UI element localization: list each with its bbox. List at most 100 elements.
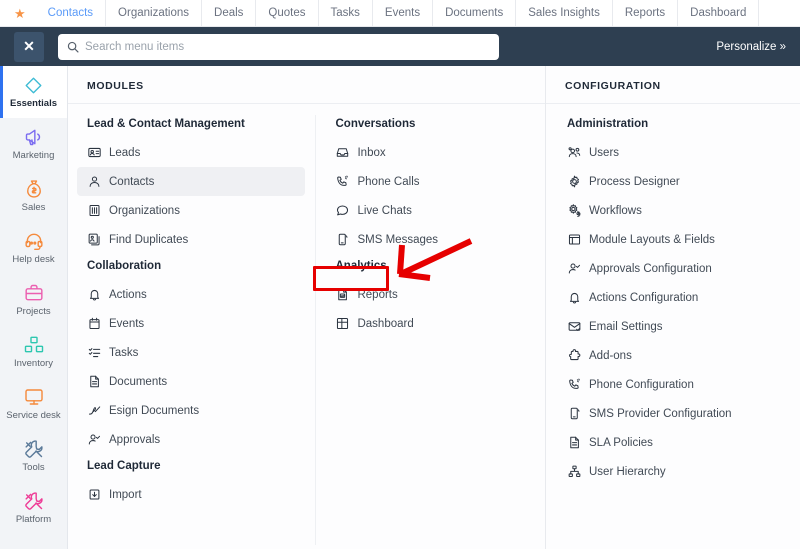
module-tab-tasks[interactable]: Tasks — [319, 0, 373, 27]
modules-panel-title: MODULES — [68, 66, 545, 104]
search-input[interactable] — [85, 41, 490, 53]
module-tab-sales-insights[interactable]: Sales Insights — [516, 0, 613, 27]
menu-item-sms-messages[interactable]: SMS Messages — [325, 225, 535, 254]
menu-item-email-settings[interactable]: Email Settings — [557, 312, 790, 341]
sidebar-item-label: Platform — [16, 514, 51, 525]
contact-card-icon — [87, 146, 101, 160]
sidebar-item-service-desk[interactable]: Service desk — [0, 378, 67, 430]
menu-item-organizations[interactable]: Organizations — [77, 196, 305, 225]
menu-item-label: SMS Messages — [357, 234, 438, 246]
module-tab-organizations[interactable]: Organizations — [106, 0, 202, 27]
vertical-scrollbar[interactable] — [796, 66, 800, 549]
modules-column-a: Lead & Contact Management Leads Contacts Or… — [68, 115, 316, 545]
hierarchy-icon — [567, 465, 581, 479]
menu-item-label: Import — [109, 489, 142, 501]
money-bag-icon — [24, 179, 44, 199]
module-tab-quotes[interactable]: Quotes — [256, 0, 318, 27]
menu-item-label: Process Designer — [589, 176, 680, 188]
module-tab-contacts[interactable]: Contacts — [36, 0, 106, 27]
menu-group-conversations: Conversations — [325, 115, 535, 138]
sidebar-item-essentials[interactable]: Essentials — [0, 66, 67, 118]
search-icon — [67, 41, 79, 53]
phone-icon — [335, 175, 349, 189]
menu-item-reports[interactable]: Reports — [325, 280, 535, 309]
menu-item-label: Phone Configuration — [589, 379, 694, 391]
menu-item-add-ons[interactable]: Add-ons — [557, 341, 790, 370]
sidebar-item-label: Service desk — [6, 410, 60, 421]
module-tab-events[interactable]: Events — [373, 0, 433, 27]
menu-item-actions-configuration[interactable]: Actions Configuration — [557, 283, 790, 312]
menu-item-documents[interactable]: Documents — [77, 367, 305, 396]
menu-item-label: User Hierarchy — [589, 466, 666, 478]
menu-item-label: Actions — [109, 289, 147, 301]
menu-item-label: Email Settings — [589, 321, 663, 333]
menu-item-inbox[interactable]: Inbox — [325, 138, 535, 167]
menu-group-lead-contact-management: Lead & Contact Management — [77, 115, 305, 138]
bell-icon — [87, 288, 101, 302]
menu-item-leads[interactable]: Leads — [77, 138, 305, 167]
email-icon — [567, 320, 581, 334]
star-icon[interactable]: ★ — [14, 7, 26, 20]
sidebar-item-label: Marketing — [13, 150, 55, 161]
module-tab-reports[interactable]: Reports — [613, 0, 678, 27]
menu-item-workflows[interactable]: Workflows — [557, 196, 790, 225]
menu-item-find-duplicates[interactable]: Find Duplicates — [77, 225, 305, 254]
sidebar-item-sales[interactable]: Sales — [0, 170, 67, 222]
boxes-icon — [24, 335, 44, 355]
person-check-icon — [567, 262, 581, 276]
menu-item-label: Find Duplicates — [109, 234, 188, 246]
close-menu-button[interactable]: ✕ — [14, 32, 44, 62]
menu-item-module-layouts-fields[interactable]: Module Layouts & Fields — [557, 225, 790, 254]
layout-icon — [567, 233, 581, 247]
sidebar-item-help-desk[interactable]: Help desk — [0, 222, 67, 274]
menu-item-label: Live Chats — [357, 205, 411, 217]
bell-icon — [567, 291, 581, 305]
sidebar-item-inventory[interactable]: Inventory — [0, 326, 67, 378]
menu-item-contacts[interactable]: Contacts — [77, 167, 305, 196]
menu-item-sla-policies[interactable]: SLA Policies — [557, 428, 790, 457]
sidebar-item-tools[interactable]: Tools — [0, 430, 67, 482]
menu-item-approvals[interactable]: Approvals — [77, 425, 305, 454]
menu-item-phone-calls[interactable]: Phone Calls — [325, 167, 535, 196]
monitor-icon — [24, 387, 44, 407]
menu-item-sms-provider-configuration[interactable]: SMS Provider Configuration — [557, 399, 790, 428]
menu-item-events[interactable]: Events — [77, 309, 305, 338]
document-icon — [567, 436, 581, 450]
close-icon: ✕ — [23, 38, 35, 55]
menu-group-analytics: Analytics — [325, 254, 535, 280]
puzzle-icon — [567, 349, 581, 363]
person-check-icon — [87, 433, 101, 447]
menu-item-label: Add-ons — [589, 350, 632, 362]
menu-item-tasks[interactable]: Tasks — [77, 338, 305, 367]
sidebar-item-platform[interactable]: Platform — [0, 482, 67, 534]
menu-item-label: Leads — [109, 147, 140, 159]
chat-bubble-icon — [335, 204, 349, 218]
sidebar-item-projects[interactable]: Projects — [0, 274, 67, 326]
sidebar-item-label: Tools — [22, 462, 44, 473]
menu-item-phone-configuration[interactable]: Phone Configuration — [557, 370, 790, 399]
configuration-panel-title: CONFIGURATION — [546, 66, 800, 104]
menu-item-process-designer[interactable]: Process Designer — [557, 167, 790, 196]
search-box[interactable] — [58, 34, 499, 60]
menu-item-live-chats[interactable]: Live Chats — [325, 196, 535, 225]
menu-item-users[interactable]: Users — [557, 138, 790, 167]
inbox-icon — [335, 146, 349, 160]
menu-item-user-hierarchy[interactable]: User Hierarchy — [557, 457, 790, 486]
sidebar-item-label: Sales — [22, 202, 46, 213]
menu-item-label: Contacts — [109, 176, 154, 188]
module-tab-deals[interactable]: Deals — [202, 0, 256, 27]
report-icon — [335, 288, 349, 302]
app-root: ★ ContactsOrganizationsDealsQuotesTasksE… — [0, 0, 800, 549]
personalize-link[interactable]: Personalize » — [716, 41, 786, 53]
sidebar-item-marketing[interactable]: Marketing — [0, 118, 67, 170]
module-tab-documents[interactable]: Documents — [433, 0, 516, 27]
menu-item-approvals-configuration[interactable]: Approvals Configuration — [557, 254, 790, 283]
menu-item-dashboard[interactable]: Dashboard — [325, 309, 535, 338]
module-tab-dashboard[interactable]: Dashboard — [678, 0, 759, 27]
menu-item-label: Phone Calls — [357, 176, 419, 188]
menu-item-label: Organizations — [109, 205, 180, 217]
menu-item-esign-documents[interactable]: Esign Documents — [77, 396, 305, 425]
configuration-panel: CONFIGURATION AdministrationUsersProcess… — [546, 66, 800, 549]
menu-item-import[interactable]: Import — [77, 480, 305, 509]
menu-item-actions[interactable]: Actions — [77, 280, 305, 309]
